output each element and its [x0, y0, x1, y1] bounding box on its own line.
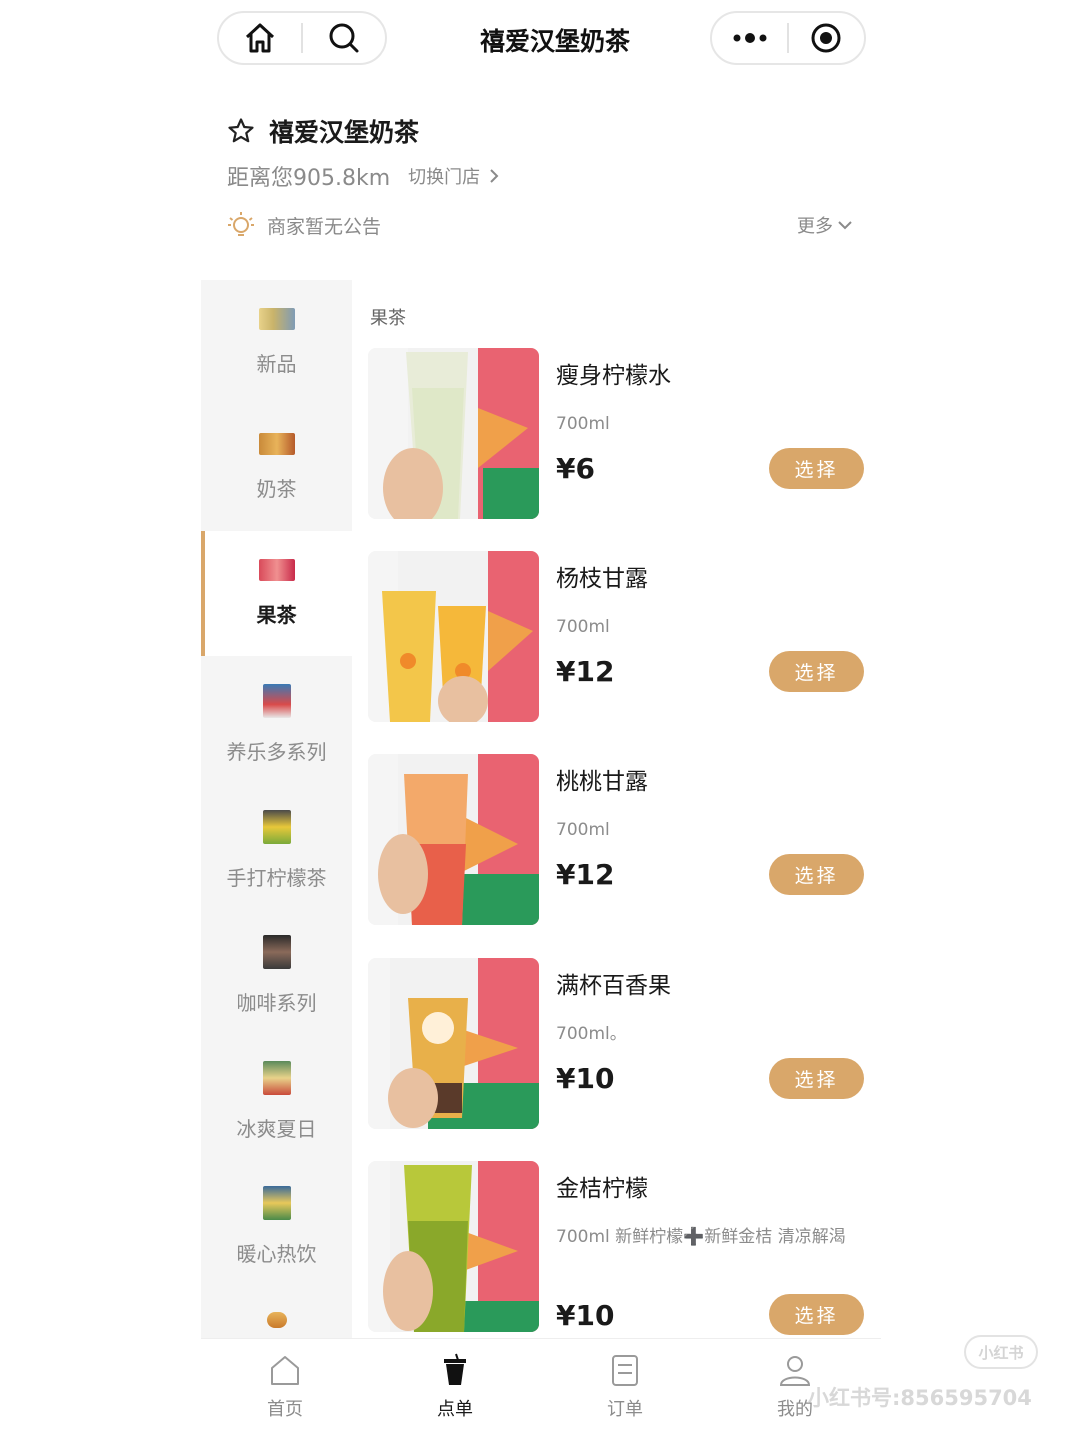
category-thumbnail	[258, 433, 295, 455]
search-button[interactable]	[303, 13, 385, 63]
bottom-tabbar: 首页 点单 订单 我的	[201, 1338, 881, 1439]
search-icon	[329, 23, 359, 53]
product-card[interactable]: 满杯百香果 700ml。 ¥10 选择	[368, 958, 868, 1130]
select-button[interactable]: 选择	[769, 448, 864, 489]
sidebar-item-summer[interactable]: 冰爽夏日	[201, 1033, 352, 1158]
tab-orders[interactable]: 订单	[575, 1353, 675, 1421]
chevron-down-icon	[838, 221, 852, 230]
notice-text: 商家暂无公告	[267, 215, 382, 238]
category-thumbnail	[262, 1061, 291, 1095]
switch-store-label: 切换门店	[408, 167, 481, 188]
product-price: ¥12	[556, 655, 615, 688]
store-name: 禧爱汉堡奶茶	[269, 118, 420, 147]
store-distance: 距离您905.8km	[227, 166, 391, 191]
tab-label: 点单	[437, 1399, 473, 1420]
sidebar-item-fruit-tea[interactable]: 果茶	[201, 531, 352, 656]
product-desc: 700ml。	[556, 1024, 627, 1044]
select-button[interactable]: 选择	[769, 651, 864, 692]
sidebar-item-label: 暖心热饮	[236, 1242, 317, 1266]
product-price: ¥6	[556, 452, 595, 485]
sidebar-item-lemon-tea[interactable]: 手打柠檬茶	[201, 782, 352, 907]
select-button[interactable]: 选择	[769, 1058, 864, 1099]
product-image	[368, 1161, 539, 1332]
product-price: ¥12	[556, 858, 615, 891]
product-name: 桃桃甘露	[556, 769, 648, 795]
product-name: 满杯百香果	[556, 973, 671, 999]
nav-capsule-right	[710, 11, 866, 65]
lightbulb-icon	[228, 212, 254, 236]
product-card[interactable]: 瘦身柠檬水 700ml ¥6 选择	[368, 348, 868, 520]
sidebar-item-next[interactable]	[201, 1284, 352, 1338]
more-menu-button[interactable]	[712, 13, 787, 63]
category-thumbnail	[266, 1312, 287, 1328]
sidebar-item-hot-drinks[interactable]: 暖心热饮	[201, 1158, 352, 1283]
product-card[interactable]: 桃桃甘露 700ml ¥12 选择	[368, 754, 868, 926]
sidebar-item-label: 奶茶	[256, 477, 297, 501]
user-icon	[779, 1356, 811, 1386]
category-thumbnail	[262, 810, 291, 844]
category-thumbnail	[262, 1186, 291, 1220]
watermark-text: 小红书号:856595704	[808, 1386, 1032, 1410]
sidebar-item-label: 手打柠檬茶	[226, 866, 327, 890]
product-image	[368, 958, 539, 1129]
category-thumbnail	[258, 308, 295, 330]
store-name-row: 禧爱汉堡奶茶	[227, 113, 419, 149]
sidebar-item-label: 果茶	[256, 603, 297, 627]
product-price: ¥10	[556, 1299, 615, 1332]
select-button[interactable]: 选择	[769, 854, 864, 895]
product-card[interactable]: 杨枝甘露 700ml ¥12 选择	[368, 551, 868, 723]
list-heading: 果茶	[370, 308, 406, 329]
category-thumbnail	[262, 684, 291, 718]
tab-home[interactable]: 首页	[235, 1353, 335, 1421]
sidebar-item-milk-tea[interactable]: 奶茶	[201, 405, 352, 530]
product-image	[368, 754, 539, 925]
nav-capsule-left	[217, 11, 387, 65]
category-thumbnail	[262, 935, 291, 969]
close-miniapp-button[interactable]	[789, 13, 864, 63]
cup-icon	[444, 1353, 466, 1385]
watermark-logo: 小红书	[964, 1335, 1038, 1369]
product-name: 杨枝甘露	[556, 566, 648, 592]
product-card[interactable]: 金桔柠檬 700ml 新鲜柠檬➕新鲜金桔 清凉解渴 ¥10 选择	[368, 1161, 868, 1335]
select-button[interactable]: 选择	[769, 1294, 864, 1335]
product-name: 瘦身柠檬水	[556, 363, 671, 389]
sidebar-item-coffee[interactable]: 咖啡系列	[201, 907, 352, 1032]
product-name: 金桔柠檬	[556, 1176, 648, 1202]
category-sidebar: 新品 奶茶 果茶 养乐多系列 手打柠檬茶 咖啡系列 冰爽夏日 暖心热饮	[201, 280, 352, 1338]
tab-order-menu[interactable]: 点单	[405, 1353, 505, 1421]
tab-label: 首页	[267, 1399, 303, 1420]
sidebar-item-label: 咖啡系列	[236, 991, 317, 1015]
more-notice-button[interactable]: 更多	[797, 212, 853, 238]
notice-row: 商家暂无公告 更多	[227, 210, 857, 240]
more-label: 更多	[797, 216, 833, 237]
target-icon	[811, 23, 841, 53]
order-icon	[612, 1355, 638, 1386]
product-desc: 700ml 新鲜柠檬➕新鲜金桔 清凉解渴	[556, 1227, 846, 1247]
sidebar-item-label: 冰爽夏日	[236, 1117, 317, 1141]
more-dots-icon	[733, 33, 766, 43]
sidebar-item-label: 新品	[256, 352, 297, 376]
product-desc: 700ml	[556, 414, 610, 434]
sidebar-item-label: 养乐多系列	[226, 740, 327, 764]
category-thumbnail	[258, 559, 295, 581]
sidebar-item-yakult-series[interactable]: 养乐多系列	[201, 656, 352, 781]
product-image	[368, 551, 539, 722]
sidebar-item-new[interactable]: 新品	[201, 280, 352, 405]
switch-store-link[interactable]: 切换门店	[408, 163, 502, 189]
product-price: ¥10	[556, 1062, 615, 1095]
distance-row: 距离您905.8km 切换门店	[227, 160, 502, 192]
home-icon	[245, 23, 275, 53]
app-title: 禧爱汉堡奶茶	[479, 27, 630, 56]
product-image	[368, 348, 539, 519]
chevron-right-icon	[490, 169, 499, 183]
product-desc: 700ml	[556, 617, 610, 637]
home-icon	[271, 1356, 299, 1385]
home-button[interactable]	[219, 13, 301, 63]
product-desc: 700ml	[556, 820, 610, 840]
tab-label: 订单	[607, 1399, 643, 1420]
star-icon[interactable]	[227, 117, 255, 145]
